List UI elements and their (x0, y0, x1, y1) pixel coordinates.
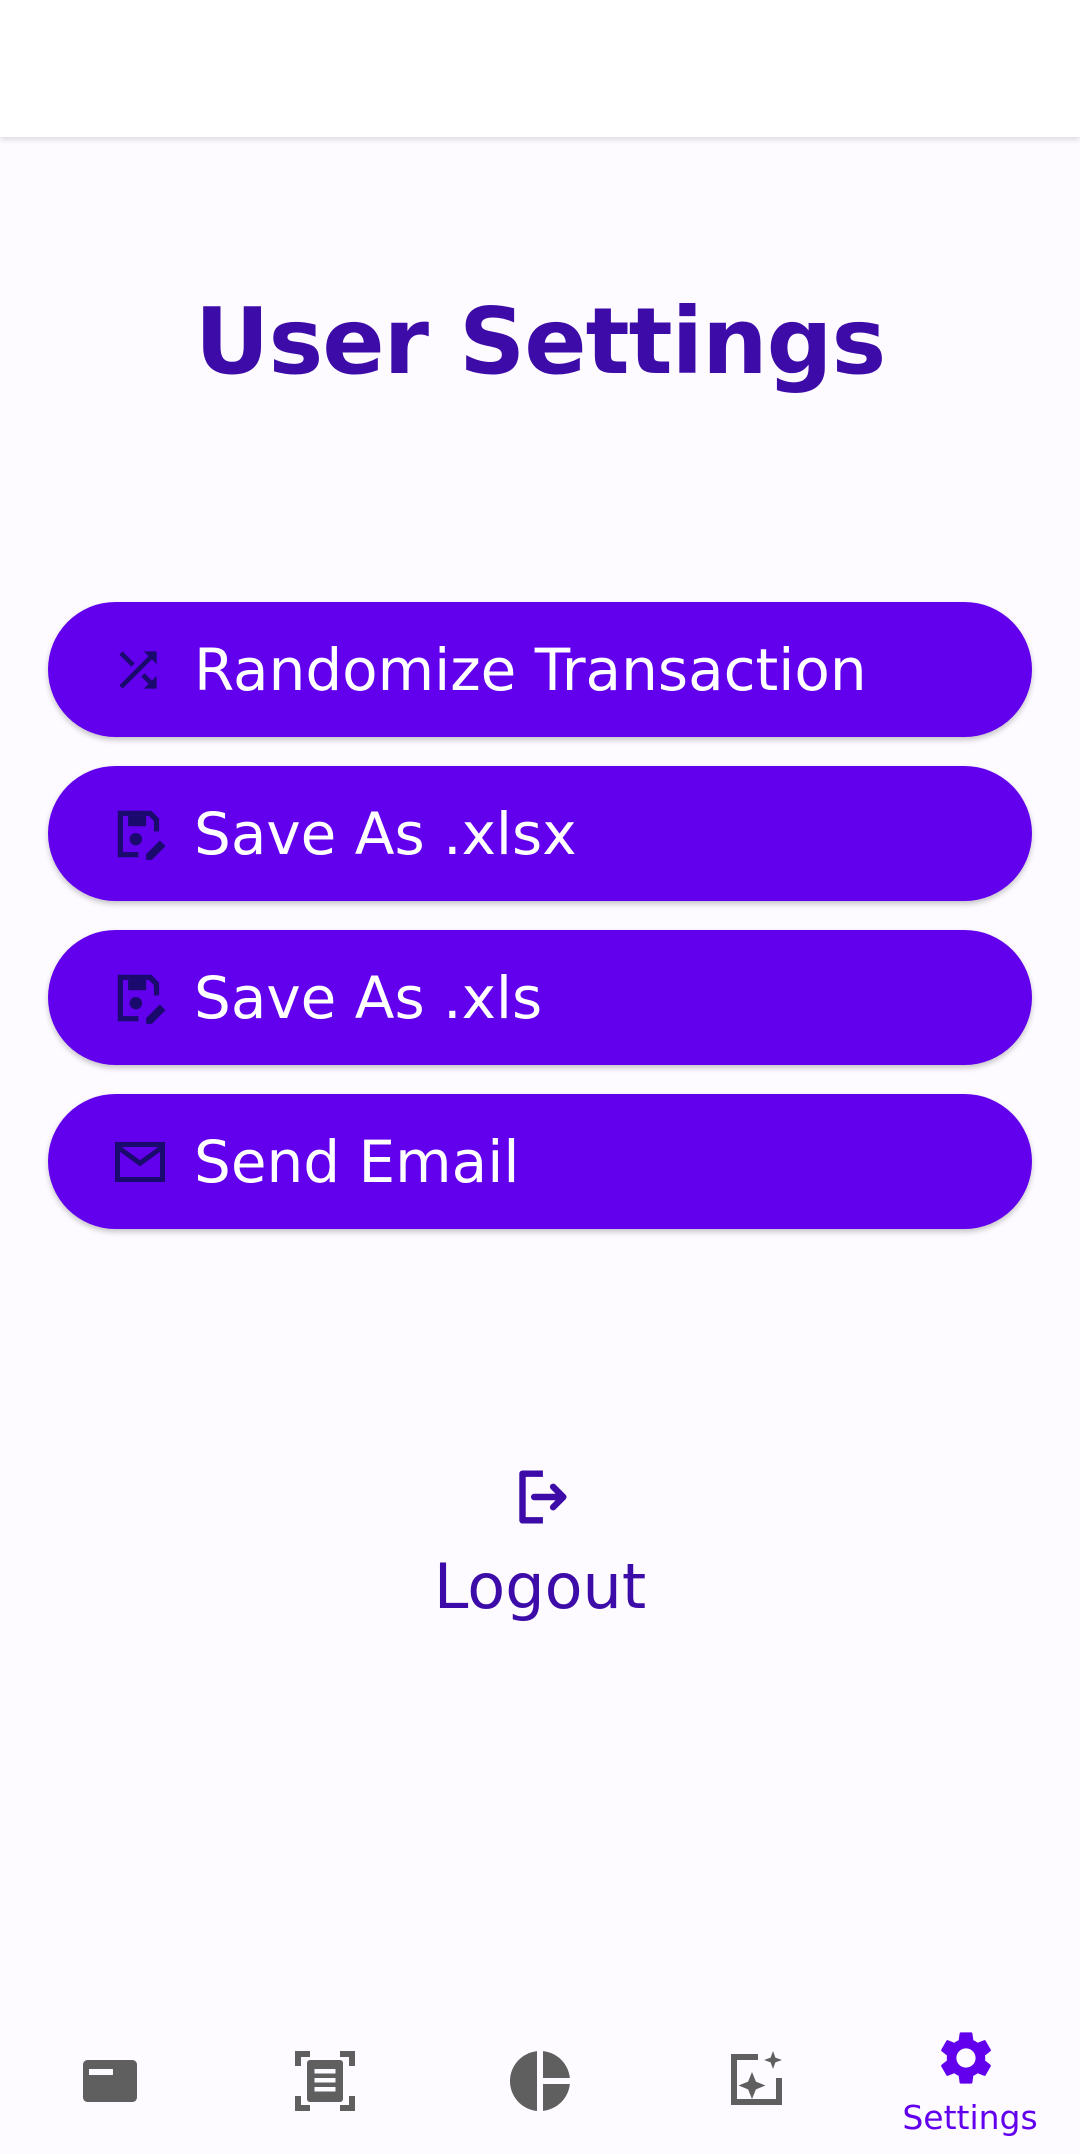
nav-item-settings[interactable]: Settings (862, 2008, 1078, 2154)
save-edit-icon (110, 799, 180, 869)
save-as-xlsx-button[interactable]: Save As .xlsx (48, 766, 1032, 901)
document-scan-icon (289, 2045, 361, 2117)
button-label: Save As .xls (194, 963, 543, 1032)
button-label: Randomize Transaction (194, 635, 867, 704)
save-as-xls-button[interactable]: Save As .xls (48, 930, 1032, 1065)
nav-item-documents[interactable] (217, 2008, 433, 2154)
logout-button[interactable]: Logout (390, 1462, 690, 1662)
nav-item-insights[interactable] (647, 2008, 863, 2154)
button-label: Save As .xlsx (194, 799, 577, 868)
card-icon (74, 2045, 146, 2117)
button-label: Send Email (194, 1127, 520, 1196)
bottom-navigation: Settings (0, 2008, 1080, 2154)
mail-icon (110, 1127, 180, 1197)
save-edit-icon (110, 963, 180, 1033)
send-email-button[interactable]: Send Email (48, 1094, 1032, 1229)
page-title: User Settings (194, 288, 887, 395)
top-app-bar (0, 0, 1080, 137)
sparkle-image-icon (719, 2045, 791, 2117)
randomize-transaction-button[interactable]: Randomize Transaction (48, 602, 1032, 737)
pie-chart-icon (504, 2045, 576, 2117)
nav-label-settings: Settings (902, 2097, 1038, 2137)
settings-screen: User Settings Randomize Transaction Save… (0, 0, 1080, 2154)
gear-icon (934, 2026, 1006, 2098)
nav-item-analytics[interactable] (432, 2008, 648, 2154)
logout-icon (505, 1462, 575, 1532)
nav-item-cards[interactable] (2, 2008, 218, 2154)
shuffle-icon (110, 635, 180, 705)
logout-label: Logout (433, 1550, 647, 1623)
